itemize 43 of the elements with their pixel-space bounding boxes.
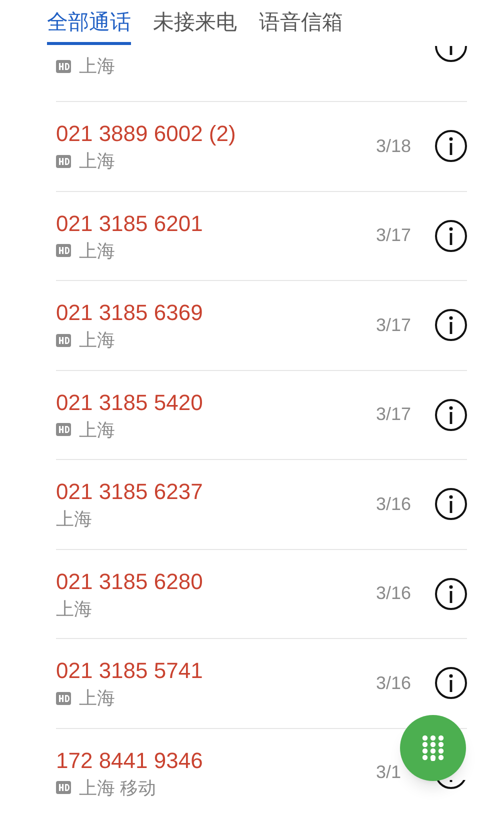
info-icon	[449, 674, 453, 692]
phone-number: 021 3185 6280	[56, 568, 203, 596]
call-location: 上海	[79, 418, 115, 442]
tab[interactable]: 全部通话	[47, 0, 131, 45]
call-date: 3/16	[376, 492, 412, 516]
dialpad-icon	[422, 735, 444, 761]
phone-number: 021 3185 6237	[56, 478, 203, 506]
info-icon	[449, 406, 453, 424]
call-date: 3/17	[376, 224, 412, 248]
info-button[interactable]	[435, 488, 467, 520]
phone-number: 021 3185 6369	[56, 299, 203, 328]
tab[interactable]: 语音信箱	[259, 0, 343, 45]
phone-number: 172 8441 9346	[56, 746, 203, 775]
call-location: 上海 移动	[79, 776, 156, 800]
call-date: 3/1	[376, 761, 402, 784]
info-button[interactable]	[435, 398, 467, 431]
phone-number: 021 3185 5420	[56, 388, 203, 417]
info-icon	[449, 226, 453, 245]
call-location: 上海	[79, 329, 115, 352]
phone-number: 021 3185 6201	[56, 210, 203, 238]
phone-number: 021 3889 6002 (2)	[56, 120, 236, 148]
info-icon	[449, 495, 453, 514]
info-button[interactable]	[435, 309, 467, 342]
call-date: 3/16	[376, 672, 412, 695]
call-location: 上海	[79, 150, 115, 174]
call-location: 上海	[79, 240, 115, 263]
call-date: 3/17	[376, 314, 412, 337]
call-date: 3/18	[376, 134, 412, 158]
tab[interactable]: 未接来电	[153, 0, 237, 45]
info-icon	[449, 137, 453, 156]
call-date: 3/16	[376, 582, 412, 606]
info-icon	[449, 316, 453, 334]
call-location: 上海	[79, 55, 115, 78]
info-button[interactable]	[435, 130, 467, 162]
info-button[interactable]	[435, 667, 467, 700]
call-location: 上海	[79, 687, 115, 710]
phone-number: 021 3185 5741	[56, 657, 203, 686]
call-date: 3/17	[376, 403, 412, 426]
call-location: 上海	[56, 508, 92, 532]
call-location: 上海	[56, 598, 92, 621]
info-button[interactable]	[435, 220, 467, 252]
info-button[interactable]	[435, 578, 467, 610]
info-icon	[449, 584, 453, 603]
